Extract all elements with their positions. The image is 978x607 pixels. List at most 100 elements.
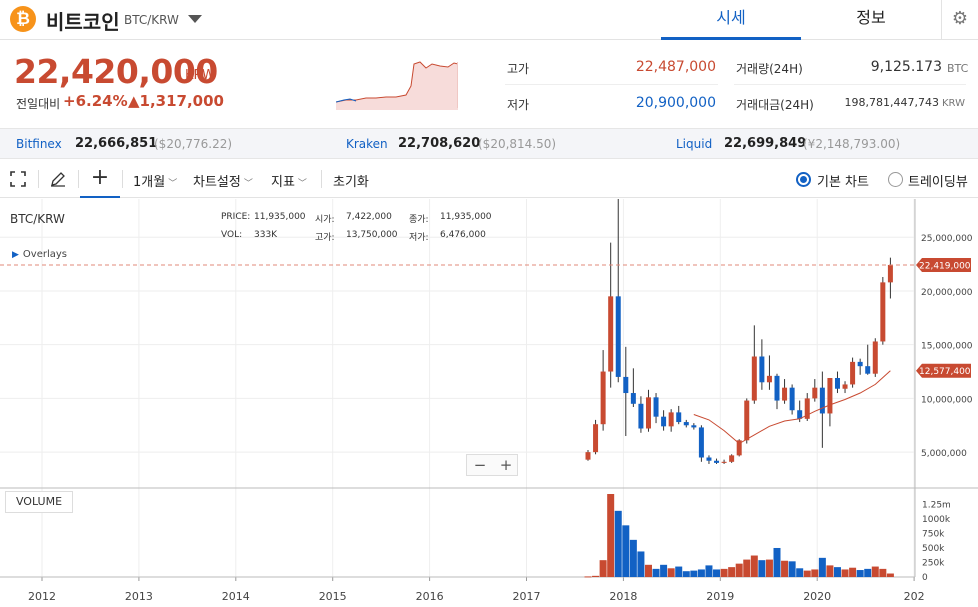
x-axis-tick-label: 2016 xyxy=(416,590,444,603)
tab-market-price[interactable]: 시세 xyxy=(661,0,801,40)
indicators-label: 지표 xyxy=(271,175,295,190)
exchange-name-liquid[interactable]: Liquid xyxy=(676,137,712,151)
candle-body xyxy=(812,387,818,399)
pencil-icon[interactable] xyxy=(47,168,69,190)
reset-button[interactable]: 초기화 xyxy=(333,171,369,190)
candle-body xyxy=(623,376,629,394)
stat-low-value: 20,900,000 xyxy=(635,95,716,111)
chart-settings-dropdown[interactable]: 차트설정 ﹀ xyxy=(193,171,253,190)
volume-bar xyxy=(773,547,781,577)
volume-bar xyxy=(796,568,804,577)
ohlc-low-label: 저가: xyxy=(409,233,429,243)
volume-bar xyxy=(758,560,766,577)
candle-body xyxy=(683,422,689,426)
candle-body xyxy=(774,375,780,401)
candlestick-chart[interactable]: 2012 2013 2014 2015 2016 2017 2018 2019 2020 202 2… xyxy=(0,199,978,607)
change-amount: ▲1,317,000 xyxy=(128,92,224,110)
tradingview-label[interactable]: 트레이딩뷰 xyxy=(908,171,968,190)
candle-body xyxy=(857,361,863,367)
volume-bar xyxy=(720,568,728,577)
prev-day-label: 전일대비 xyxy=(16,97,61,111)
chart-settings-label: 차트설정 xyxy=(193,175,241,190)
volume-bar xyxy=(705,565,713,577)
y-axis-tick-label: 10,000,000 xyxy=(921,395,973,405)
ohlc-vol-value: 333K xyxy=(254,230,278,240)
candle-body xyxy=(766,375,772,383)
candle-body xyxy=(615,296,621,377)
candle-body xyxy=(842,384,848,389)
candle-body xyxy=(751,356,757,401)
top-header: ₿ 비트코인 BTC/KRW 시세 정보 ⚙ xyxy=(0,0,978,40)
volume-bar xyxy=(660,564,668,577)
chevron-down-icon: ﹀ xyxy=(243,179,253,189)
candle-body xyxy=(585,452,591,460)
volume-bar xyxy=(622,525,630,577)
candle-body xyxy=(706,457,712,461)
basic-chart-radio[interactable] xyxy=(796,172,811,187)
crosshair-plus-icon[interactable]: + xyxy=(80,167,120,198)
volume-bar xyxy=(652,568,660,577)
exchange-price-liquid: 22,699,849 xyxy=(724,136,807,151)
volume-bar xyxy=(697,569,705,577)
y-axis-tick-label: 25,000,000 xyxy=(921,234,973,244)
zoom-in-button[interactable]: + xyxy=(493,455,519,475)
candle-body xyxy=(593,424,599,453)
overlays-toggle[interactable]: ▶ Overlays xyxy=(12,249,67,260)
exchange-name-bitfinex[interactable]: Bitfinex xyxy=(16,137,62,151)
candle-body xyxy=(661,416,667,427)
volume-bar xyxy=(644,564,652,577)
tab-info[interactable]: 정보 xyxy=(801,0,941,40)
tradingview-radio[interactable] xyxy=(888,172,903,187)
period-label: 1개월 xyxy=(133,175,166,190)
chevron-down-icon: ﹀ xyxy=(168,179,178,189)
exchange-price-bar: Bitfinex 22,666,851 ($20,776.22) Kraken … xyxy=(0,128,978,159)
candle-body xyxy=(645,397,651,429)
stat-high-value: 22,487,000 xyxy=(635,59,716,75)
candle-body xyxy=(691,425,697,428)
gear-icon[interactable]: ⚙ xyxy=(941,0,978,40)
candle-body xyxy=(819,387,825,414)
candle-body xyxy=(676,412,682,423)
candle-body xyxy=(834,377,840,389)
coin-select-dropdown-icon[interactable] xyxy=(188,15,202,23)
basic-chart-label[interactable]: 기본 차트 xyxy=(817,171,869,190)
x-axis-tick-label: 2015 xyxy=(319,590,347,603)
volume-bar xyxy=(713,569,721,577)
volume-bar xyxy=(599,560,607,577)
exchange-usd-kraken: ($20,814.50) xyxy=(478,137,557,151)
stat-turnover-label: 거래대금(24H) xyxy=(736,98,814,112)
volume-bar xyxy=(607,494,615,577)
exchange-usd-liquid: (¥2,148,793.00) xyxy=(803,137,901,151)
volume-bar xyxy=(735,563,743,577)
candle-body xyxy=(714,460,720,463)
x-axis-tick-label: 202 xyxy=(904,590,925,603)
candle-body xyxy=(865,366,871,374)
change-rate: +6.24% xyxy=(63,92,128,110)
volume-bar xyxy=(675,566,683,577)
volume-bar xyxy=(886,573,894,577)
volume-bar xyxy=(667,568,675,577)
candle-body xyxy=(789,387,795,411)
candle-body xyxy=(721,461,727,463)
coin-name: 비트코인 xyxy=(46,10,120,34)
indicators-dropdown[interactable]: 지표 ﹀ xyxy=(271,171,307,190)
price-chart-area[interactable]: 2012 2013 2014 2015 2016 2017 2018 2019 2020 202 2… xyxy=(0,199,978,607)
exchange-price-bitfinex: 22,666,851 xyxy=(75,136,158,151)
period-dropdown[interactable]: 1개월 ﹀ xyxy=(133,171,177,190)
volume-bar xyxy=(833,567,841,577)
stat-divider xyxy=(734,84,966,85)
volume-bar xyxy=(743,559,751,577)
zoom-out-button[interactable]: − xyxy=(467,455,493,475)
stat-volume-label: 거래량(24H) xyxy=(736,62,803,76)
ohlc-high-value: 13,750,000 xyxy=(346,230,398,240)
fullscreen-icon[interactable] xyxy=(7,168,29,190)
candle-body xyxy=(600,371,606,425)
volume-bar xyxy=(682,571,690,577)
x-axis-tick-label: 2014 xyxy=(222,590,250,603)
candle-body xyxy=(827,377,833,414)
chart-ticker: BTC/KRW xyxy=(10,212,65,226)
volume-bar xyxy=(849,567,857,577)
exchange-name-kraken[interactable]: Kraken xyxy=(346,137,388,151)
volume-bar xyxy=(856,570,864,577)
volume-bar xyxy=(750,555,758,577)
